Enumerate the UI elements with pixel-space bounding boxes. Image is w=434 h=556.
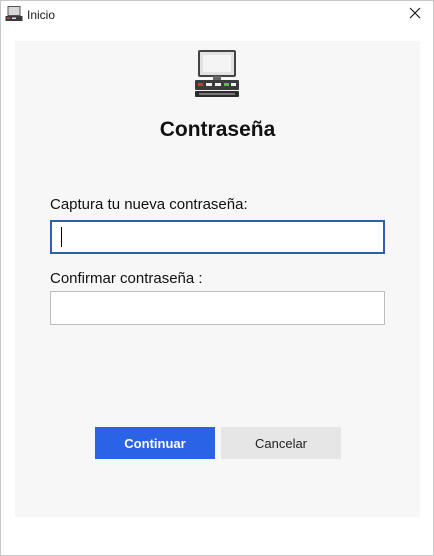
title-bar[interactable]: Inicio — [1, 1, 433, 29]
page-title: Contraseña — [159, 118, 276, 141]
monitor-icon — [5, 6, 23, 22]
computer-terminal-icon — [193, 49, 241, 99]
cancel-button[interactable]: Cancelar — [221, 427, 341, 459]
window-title: Inicio — [27, 8, 56, 22]
confirm-password-field[interactable] — [50, 291, 385, 325]
confirm-password-label: Confirmar contraseña : — [50, 270, 203, 287]
password-panel: Contraseña Captura tu nueva contraseña: … — [15, 41, 420, 517]
close-button[interactable] — [397, 1, 433, 29]
close-icon — [409, 6, 421, 24]
continue-button[interactable]: Continuar — [95, 427, 215, 459]
text-caret — [61, 227, 62, 247]
dialog-window: Inicio Contraseña Captura tu nueva contr… — [0, 0, 434, 556]
new-password-field[interactable] — [50, 220, 385, 254]
new-password-label: Captura tu nueva contraseña: — [50, 196, 248, 213]
